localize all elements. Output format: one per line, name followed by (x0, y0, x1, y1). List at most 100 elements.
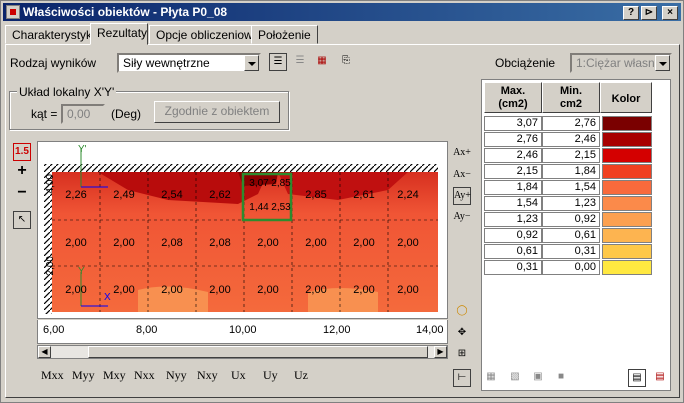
help-button[interactable]: ? (623, 6, 639, 20)
component-ux[interactable]: Ux (231, 368, 246, 383)
cell-value: 1,44 (249, 202, 269, 213)
max-cell: 0,92 (484, 228, 542, 243)
pin-button[interactable]: ⊳ (641, 6, 657, 20)
cell-value: 2,24 (397, 189, 419, 201)
component-mxx[interactable]: Mxx (41, 368, 64, 383)
app-icon (6, 5, 20, 19)
color-swatch[interactable] (602, 180, 652, 195)
ax-plus-icon[interactable]: Ax+ (453, 145, 471, 163)
section-icon[interactable]: ⊢ (453, 369, 471, 387)
component-nxy[interactable]: Nxy (197, 368, 218, 383)
chevron-down-icon[interactable] (655, 55, 670, 71)
chevron-down-icon[interactable] (244, 55, 259, 71)
angle-label: kąt = (31, 107, 58, 121)
component-uy[interactable]: Uy (263, 368, 278, 383)
pan-icon[interactable]: ✥ (453, 325, 471, 343)
load-select[interactable]: 1:Ciężar własny (570, 53, 672, 73)
palette-icon[interactable]: ▤ (628, 369, 646, 387)
color-swatch[interactable] (602, 260, 652, 275)
view-list-icon[interactable]: ☰ (291, 53, 309, 71)
tab-opcje-obliczeniowe[interactable]: Opcje obliczeniowe (149, 25, 267, 44)
x-tick: 6,00 (43, 324, 65, 336)
tab-charakterystyki[interactable]: Charakterystyki (5, 25, 102, 44)
ax-minus-icon[interactable]: Ax− (453, 167, 471, 185)
component-uz[interactable]: Uz (294, 368, 308, 383)
align-object-button[interactable]: Zgodnie z obiektem (154, 101, 280, 123)
scroll-thumb[interactable] (88, 346, 428, 358)
component-nxx[interactable]: Nxx (134, 368, 155, 383)
zoom-window-icon[interactable]: ◯ (453, 303, 471, 321)
min-cell: 0,92 (542, 212, 600, 227)
stop-icon[interactable]: ■ (552, 369, 570, 387)
min-cell: 0,00 (542, 260, 600, 275)
ay-plus-icon[interactable]: Ay+ (453, 187, 471, 205)
cell-value: 2,00 (161, 284, 183, 296)
result-type-value: Siły wewnętrzne (123, 56, 210, 70)
color-swatch[interactable] (602, 212, 652, 227)
tab-rezultaty[interactable]: Rezultaty (90, 23, 148, 45)
tab-polozenie[interactable]: Położenie (251, 25, 318, 44)
x-tick: 10,00 (229, 324, 257, 336)
cell-value: 2,00 (305, 284, 327, 296)
close-button[interactable]: × (662, 6, 678, 20)
h-scrollbar[interactable]: ◀ ▶ (37, 345, 448, 359)
scroll-left-icon[interactable]: ◀ (38, 346, 51, 358)
max-cell: 1,54 (484, 196, 542, 211)
color-swatch[interactable] (602, 164, 652, 179)
color-swatch[interactable] (602, 244, 652, 259)
y-tick: 2,00 (45, 256, 56, 276)
max-cell: 1,84 (484, 180, 542, 195)
result-map[interactable]: Y' Y X 4,00 2,00 2,26 2,49 2,54 2,62 3,0… (37, 141, 448, 319)
result-type-label: Rodzaj wyników (10, 56, 97, 70)
cursor-icon[interactable]: ↖ (13, 211, 31, 229)
color-swatch[interactable] (602, 196, 652, 211)
cell-value: 2,26 (65, 189, 87, 201)
top-axis-label: Y' (78, 144, 87, 155)
iso-view-icon[interactable]: ▣ (529, 369, 547, 387)
cell-value: 2,00 (305, 237, 327, 249)
color-swatch[interactable] (602, 148, 652, 163)
scale-badge[interactable]: 1.5 (13, 143, 31, 161)
x-tick: 8,00 (136, 324, 158, 336)
cell-value: 2,00 (209, 284, 231, 296)
max-cell: 2,15 (484, 164, 542, 179)
component-myy[interactable]: Myy (72, 368, 95, 383)
cell-value: 2,00 (257, 284, 279, 296)
top-support (52, 164, 438, 172)
min-cell: 2,76 (542, 116, 600, 131)
header-min: Min. cm2 (542, 82, 600, 113)
angle-value: 0,00 (67, 107, 91, 121)
max-cell: 0,61 (484, 244, 542, 259)
color-swatch[interactable] (602, 228, 652, 243)
fit-view-icon[interactable]: ⊞ (453, 346, 471, 364)
color-swatch[interactable] (602, 132, 652, 147)
cell-value: 2,08 (161, 237, 183, 249)
cell-value: 2,00 (397, 237, 419, 249)
table-view-icon[interactable]: ▦ (482, 369, 500, 387)
map-view-icon[interactable]: ▧ (506, 369, 524, 387)
min-cell: 1,23 (542, 196, 600, 211)
chart-icon[interactable]: ▦ (313, 53, 331, 71)
cell-value: 3,07 (249, 178, 269, 189)
cell-value: 2,00 (257, 237, 279, 249)
max-cell: 2,46 (484, 148, 542, 163)
angle-input[interactable]: 0,00 (61, 104, 105, 124)
cell-value: 2,62 (209, 189, 231, 201)
y-axis-label: Y (78, 266, 85, 277)
scroll-right-icon[interactable]: ▶ (434, 346, 447, 358)
max-cell: 3,07 (484, 116, 542, 131)
component-mxy[interactable]: Mxy (103, 368, 126, 383)
color-swatch[interactable] (602, 116, 652, 131)
color-scale-icon[interactable]: ▤ (651, 369, 669, 387)
export-icon[interactable]: ⎘ (337, 53, 355, 71)
window-title: Właściwości obiektów - Płyta P0_08 (23, 5, 228, 19)
legend-table: Max. (cm2) Min. cm2 Kolor 3,07 2,76 2,76 2,… (481, 79, 671, 391)
component-nyy[interactable]: Nyy (166, 368, 187, 383)
zoom-out-button[interactable]: − (13, 185, 31, 203)
ay-minus-icon[interactable]: Ay− (453, 209, 471, 227)
cell-value: 2,00 (65, 284, 87, 296)
zoom-in-button[interactable]: + (13, 163, 31, 181)
min-cell: 0,61 (542, 228, 600, 243)
result-type-select[interactable]: Siły wewnętrzne (117, 53, 261, 73)
view-table-icon[interactable]: ☰ (269, 53, 287, 71)
